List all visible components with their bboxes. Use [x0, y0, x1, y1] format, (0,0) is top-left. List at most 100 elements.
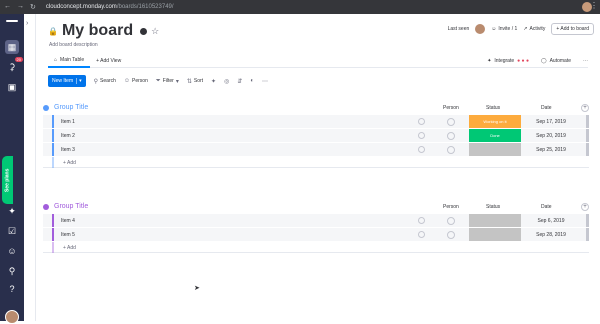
add-to-board-button[interactable]: + Add to board: [551, 23, 594, 35]
person-avatar-empty[interactable]: [447, 131, 455, 140]
more-options-icon[interactable]: ⋯: [583, 58, 588, 64]
item-name[interactable]: Item 4: [61, 218, 75, 224]
integrate-label: Integrate: [494, 57, 515, 64]
table-row[interactable]: Item 2 Done Sep 20, 2019: [43, 129, 589, 142]
table-row[interactable]: Item 5 Sep 28, 2019: [43, 228, 589, 241]
row-color-edge: [52, 228, 54, 241]
invite-members-icon[interactable]: ☺: [5, 244, 19, 258]
date-cell[interactable]: Sep 20, 2019: [527, 133, 575, 139]
integrate-button[interactable]: ✦ Integrate ● ● ●: [487, 58, 529, 64]
filter-button[interactable]: ⏷ Filter ▾: [156, 78, 179, 85]
row-end-marker: [586, 143, 589, 156]
forward-icon[interactable]: →: [17, 3, 24, 11]
add-column-button[interactable]: +: [581, 203, 589, 211]
address-bar[interactable]: cloudconcept.monday.com/boards/161052374…: [46, 4, 174, 10]
activity-button[interactable]: ↗ Activity: [523, 26, 545, 32]
updates-icon[interactable]: [418, 146, 425, 153]
chevron-down-icon[interactable]: ▾: [76, 78, 82, 84]
my-work-icon[interactable]: ☑: [5, 224, 19, 238]
board-description[interactable]: Add board description: [49, 42, 98, 48]
column-header-person[interactable]: Person: [443, 204, 459, 210]
status-cell[interactable]: [469, 228, 521, 241]
browser-menu-icon[interactable]: ⋮: [590, 1, 598, 10]
group-collapse-icon[interactable]: [43, 204, 49, 210]
user-avatar[interactable]: [5, 310, 19, 324]
invite-button[interactable]: ☺ Invite / 1: [491, 26, 517, 32]
favorite-star-icon[interactable]: ☆: [151, 26, 159, 37]
item-name[interactable]: Item 1: [61, 119, 75, 125]
group-title[interactable]: Group Title: [54, 203, 88, 210]
group-collapse-icon[interactable]: [43, 105, 49, 111]
status-cell[interactable]: [469, 143, 521, 156]
item-name[interactable]: Item 5: [61, 232, 75, 238]
date-cell[interactable]: Sep 25, 2019: [527, 147, 575, 153]
automate-icon: ◯: [540, 57, 547, 64]
person-filter-button[interactable]: ☺ Person: [124, 78, 148, 84]
automate-button[interactable]: ◯ Automate: [541, 58, 571, 64]
updates-icon[interactable]: [418, 118, 425, 125]
group-title[interactable]: Group Title: [54, 104, 88, 111]
add-item-label[interactable]: + Add: [63, 160, 76, 166]
sort-button[interactable]: ⇅ Sort: [187, 78, 203, 85]
column-header-person[interactable]: Person: [443, 105, 459, 111]
row-color-edge: [52, 157, 54, 168]
board-main: 🔒 My board ☆ Add board description Last …: [36, 14, 600, 321]
row-height-icon[interactable]: ⇵: [237, 78, 242, 85]
hide-icon[interactable]: ◎: [224, 78, 229, 85]
person-avatar-empty[interactable]: [447, 117, 455, 126]
person-avatar-empty[interactable]: [447, 145, 455, 154]
add-item-row[interactable]: + Add: [43, 157, 589, 168]
row-color-edge: [52, 129, 54, 142]
column-header-status[interactable]: Status: [486, 105, 500, 111]
status-cell[interactable]: Working on it: [469, 115, 521, 128]
pin-icon[interactable]: ✦: [211, 78, 216, 85]
back-icon[interactable]: ←: [4, 3, 11, 11]
add-column-button[interactable]: +: [581, 104, 589, 112]
new-item-button[interactable]: New Item ▾: [48, 75, 86, 87]
color-icon[interactable]: ◐: [250, 78, 254, 84]
row-color-edge: [52, 115, 54, 128]
column-header-date[interactable]: Date: [541, 204, 552, 210]
monday-logo[interactable]: [6, 20, 18, 22]
search-button[interactable]: ⚲ Search: [94, 78, 116, 85]
item-name[interactable]: Item 2: [61, 133, 75, 139]
column-header-date[interactable]: Date: [541, 105, 552, 111]
see-plans-button[interactable]: See plans: [2, 156, 13, 204]
expand-sidebar-icon[interactable]: ›: [26, 20, 28, 27]
column-header-status[interactable]: Status: [486, 204, 500, 210]
last-seen-label: Last seen: [447, 26, 470, 32]
integrations-icon[interactable]: ✦: [5, 204, 19, 218]
date-cell[interactable]: Sep 17, 2019: [527, 119, 575, 125]
date-cell[interactable]: Sep 28, 2019: [527, 232, 575, 238]
tab-main-table[interactable]: ⌂ Main Table: [48, 54, 91, 68]
status-cell[interactable]: Done: [469, 129, 521, 142]
board-title[interactable]: My board: [62, 22, 133, 40]
item-name[interactable]: Item 3: [61, 147, 75, 153]
updates-icon[interactable]: [418, 217, 425, 224]
workspace-grid-icon[interactable]: ▦: [5, 40, 19, 54]
date-cell[interactable]: Sep 6, 2019: [527, 218, 575, 224]
updates-icon[interactable]: [418, 132, 425, 139]
notifications-bell-icon[interactable]: ⚳ 20: [5, 57, 23, 74]
search-everything-icon[interactable]: ⚲: [5, 264, 19, 278]
person-avatar-empty[interactable]: [447, 230, 455, 239]
board-header: 🔒 My board ☆: [48, 22, 159, 40]
table-row[interactable]: Item 3 Sep 25, 2019: [43, 143, 589, 156]
reload-icon[interactable]: ↻: [30, 3, 36, 11]
tab-add-view[interactable]: + Add View: [90, 54, 127, 68]
inbox-icon[interactable]: ▣: [5, 80, 19, 94]
help-icon[interactable]: ?: [5, 282, 19, 296]
lock-icon: 🔒: [48, 26, 58, 36]
add-item-row[interactable]: + Add: [43, 242, 589, 253]
row-end-marker: [586, 129, 589, 142]
more-tools-icon[interactable]: ⋯: [262, 78, 268, 85]
browser-nav: ← → ↻: [0, 3, 36, 11]
table-row[interactable]: Item 1 Working on it Sep 17, 2019: [43, 115, 589, 128]
table-row[interactable]: Item 4 Sep 6, 2019: [43, 214, 589, 227]
person-avatar-empty[interactable]: [447, 216, 455, 225]
add-item-label[interactable]: + Add: [63, 245, 76, 251]
last-seen-avatar[interactable]: [475, 24, 486, 34]
updates-icon[interactable]: [418, 231, 425, 238]
status-cell[interactable]: [469, 214, 521, 227]
info-icon[interactable]: [140, 27, 148, 35]
